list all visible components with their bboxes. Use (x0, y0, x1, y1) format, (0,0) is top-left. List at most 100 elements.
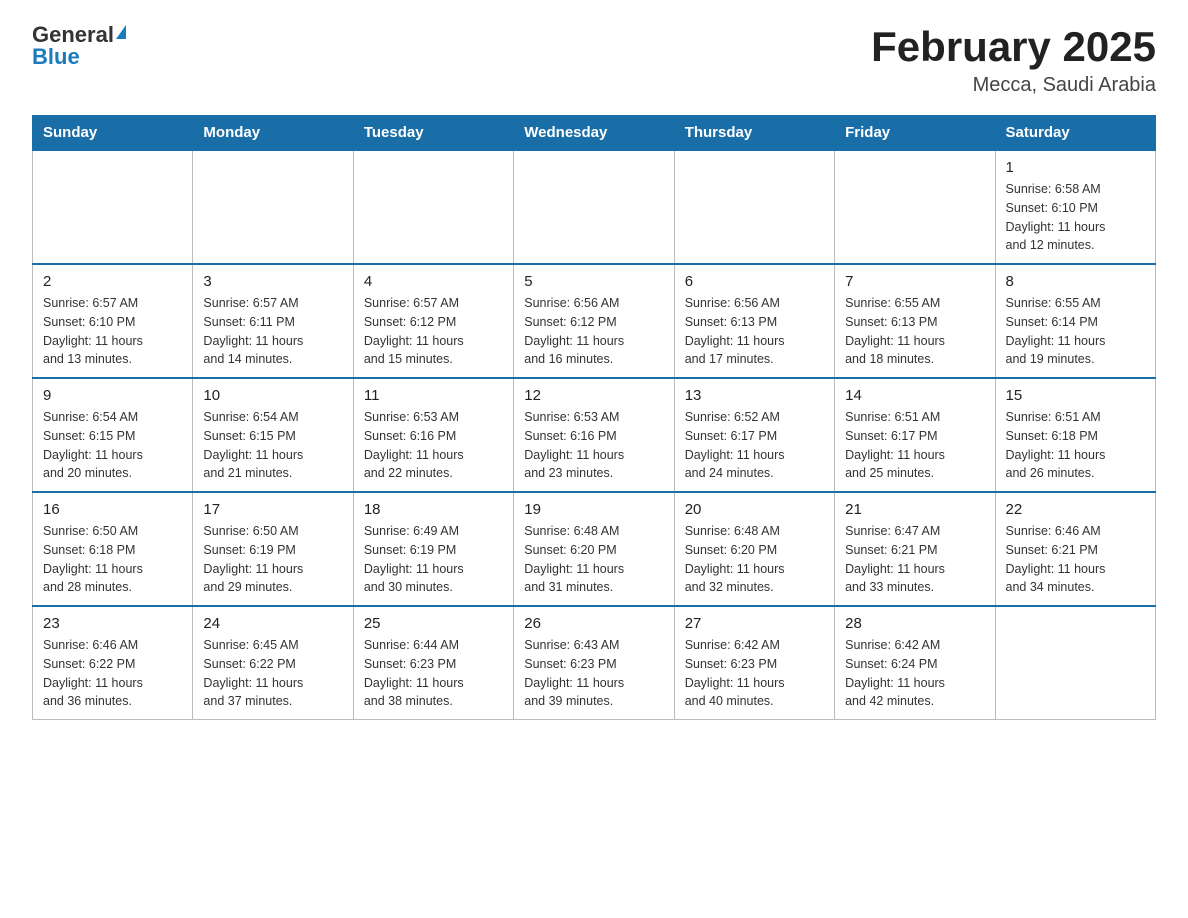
page-header: General Blue February 2025 Mecca, Saudi … (32, 24, 1156, 97)
week-row-2: 2 Sunrise: 6:57 AMSunset: 6:10 PMDaylight… (33, 264, 1156, 378)
day-cell-12: 12 Sunrise: 6:53 AMSunset: 6:16 PMDayligh… (514, 378, 674, 492)
day-cell-25: 25 Sunrise: 6:44 AMSunset: 6:23 PMDayligh… (353, 606, 513, 720)
day-info: Sunrise: 6:57 AMSunset: 6:10 PMDaylight:… (43, 294, 182, 369)
day-info: Sunrise: 6:54 AMSunset: 6:15 PMDaylight:… (203, 408, 342, 483)
week-row-4: 16Sunrise: 6:50 AMSunset: 6:18 PMDayligh… (33, 492, 1156, 606)
logo-triangle-icon (116, 25, 126, 39)
day-info: Sunrise: 6:55 AMSunset: 6:14 PMDaylight:… (1006, 294, 1145, 369)
day-cell-27: 27Sunrise: 6:42 AMSunset: 6:23 PMDayligh… (674, 606, 834, 720)
empty-cell (835, 150, 995, 264)
column-header-sunday: Sunday (33, 116, 193, 151)
day-info: Sunrise: 6:57 AMSunset: 6:11 PMDaylight:… (203, 294, 342, 369)
day-cell-20: 20 Sunrise: 6:48 AMSunset: 6:20 PMDayligh… (674, 492, 834, 606)
day-cell-22: 22 Sunrise: 6:46 AMSunset: 6:21 PMDayligh… (995, 492, 1155, 606)
day-number: 17 (203, 501, 342, 518)
day-cell-13: 13 Sunrise: 6:52 AMSunset: 6:17 PMDayligh… (674, 378, 834, 492)
day-info: Sunrise: 6:45 AMSunset: 6:22 PMDaylight:… (203, 636, 342, 711)
column-header-thursday: Thursday (674, 116, 834, 151)
day-info: Sunrise: 6:43 AMSunset: 6:23 PMDaylight:… (524, 636, 663, 711)
day-info: Sunrise: 6:47 AMSunset: 6:21 PMDaylight:… (845, 522, 984, 597)
column-header-tuesday: Tuesday (353, 116, 513, 151)
column-header-friday: Friday (835, 116, 995, 151)
day-number: 23 (43, 615, 182, 632)
day-cell-8: 8 Sunrise: 6:55 AMSunset: 6:14 PMDaylight… (995, 264, 1155, 378)
page-title: February 2025 (871, 24, 1156, 70)
day-info: Sunrise: 6:57 AMSunset: 6:12 PMDaylight:… (364, 294, 503, 369)
day-info: Sunrise: 6:46 AMSunset: 6:22 PMDaylight:… (43, 636, 182, 711)
day-info: Sunrise: 6:54 AMSunset: 6:15 PMDaylight:… (43, 408, 182, 483)
day-number: 26 (524, 615, 663, 632)
empty-cell (514, 150, 674, 264)
day-number: 19 (524, 501, 663, 518)
day-number: 13 (685, 387, 824, 404)
day-cell-3: 3 Sunrise: 6:57 AMSunset: 6:11 PMDaylight… (193, 264, 353, 378)
day-number: 24 (203, 615, 342, 632)
day-info: Sunrise: 6:53 AMSunset: 6:16 PMDaylight:… (364, 408, 503, 483)
day-cell-26: 26 Sunrise: 6:43 AMSunset: 6:23 PMDayligh… (514, 606, 674, 720)
day-number: 22 (1006, 501, 1145, 518)
day-info: Sunrise: 6:56 AMSunset: 6:13 PMDaylight:… (685, 294, 824, 369)
day-info: Sunrise: 6:46 AMSunset: 6:21 PMDaylight:… (1006, 522, 1145, 597)
logo-general-text: General (32, 24, 114, 46)
day-number: 1 (1006, 159, 1145, 176)
week-row-5: 23 Sunrise: 6:46 AMSunset: 6:22 PMDayligh… (33, 606, 1156, 720)
day-number: 12 (524, 387, 663, 404)
day-cell-23: 23 Sunrise: 6:46 AMSunset: 6:22 PMDayligh… (33, 606, 193, 720)
day-info: Sunrise: 6:42 AMSunset: 6:24 PMDaylight:… (845, 636, 984, 711)
day-number: 9 (43, 387, 182, 404)
calendar-header: SundayMondayTuesdayWednesdayThursdayFrid… (33, 116, 1156, 151)
day-cell-2: 2 Sunrise: 6:57 AMSunset: 6:10 PMDaylight… (33, 264, 193, 378)
day-info: Sunrise: 6:51 AMSunset: 6:18 PMDaylight:… (1006, 408, 1145, 483)
day-cell-18: 18 Sunrise: 6:49 AMSunset: 6:19 PMDayligh… (353, 492, 513, 606)
day-cell-10: 10Sunrise: 6:54 AMSunset: 6:15 PMDayligh… (193, 378, 353, 492)
day-number: 15 (1006, 387, 1145, 404)
day-cell-5: 5Sunrise: 6:56 AMSunset: 6:12 PMDaylight… (514, 264, 674, 378)
day-number: 3 (203, 273, 342, 290)
day-number: 25 (364, 615, 503, 632)
day-cell-17: 17Sunrise: 6:50 AMSunset: 6:19 PMDayligh… (193, 492, 353, 606)
page-subtitle: Mecca, Saudi Arabia (871, 74, 1156, 97)
day-number: 4 (364, 273, 503, 290)
day-number: 21 (845, 501, 984, 518)
day-info: Sunrise: 6:44 AMSunset: 6:23 PMDaylight:… (364, 636, 503, 711)
day-number: 8 (1006, 273, 1145, 290)
logo: General Blue (32, 24, 126, 68)
column-header-monday: Monday (193, 116, 353, 151)
day-number: 5 (524, 273, 663, 290)
day-info: Sunrise: 6:52 AMSunset: 6:17 PMDaylight:… (685, 408, 824, 483)
day-info: Sunrise: 6:53 AMSunset: 6:16 PMDaylight:… (524, 408, 663, 483)
day-cell-11: 11 Sunrise: 6:53 AMSunset: 6:16 PMDayligh… (353, 378, 513, 492)
day-info: Sunrise: 6:51 AMSunset: 6:17 PMDaylight:… (845, 408, 984, 483)
empty-cell (33, 150, 193, 264)
column-header-saturday: Saturday (995, 116, 1155, 151)
day-cell-7: 7Sunrise: 6:55 AMSunset: 6:13 PMDaylight… (835, 264, 995, 378)
day-info: Sunrise: 6:48 AMSunset: 6:20 PMDaylight:… (685, 522, 824, 597)
day-cell-4: 4 Sunrise: 6:57 AMSunset: 6:12 PMDaylight… (353, 264, 513, 378)
day-cell-24: 24 Sunrise: 6:45 AMSunset: 6:22 PMDayligh… (193, 606, 353, 720)
title-block: February 2025 Mecca, Saudi Arabia (871, 24, 1156, 97)
day-cell-28: 28 Sunrise: 6:42 AMSunset: 6:24 PMDayligh… (835, 606, 995, 720)
empty-cell (995, 606, 1155, 720)
day-number: 11 (364, 387, 503, 404)
calendar-table: SundayMondayTuesdayWednesdayThursdayFrid… (32, 115, 1156, 720)
day-number: 6 (685, 273, 824, 290)
day-info: Sunrise: 6:55 AMSunset: 6:13 PMDaylight:… (845, 294, 984, 369)
day-number: 28 (845, 615, 984, 632)
day-number: 18 (364, 501, 503, 518)
day-cell-14: 14Sunrise: 6:51 AMSunset: 6:17 PMDayligh… (835, 378, 995, 492)
week-row-1: 1Sunrise: 6:58 AMSunset: 6:10 PMDaylight… (33, 150, 1156, 264)
calendar-header-row: SundayMondayTuesdayWednesdayThursdayFrid… (33, 116, 1156, 151)
column-header-wednesday: Wednesday (514, 116, 674, 151)
day-cell-21: 21 Sunrise: 6:47 AMSunset: 6:21 PMDayligh… (835, 492, 995, 606)
day-cell-16: 16Sunrise: 6:50 AMSunset: 6:18 PMDayligh… (33, 492, 193, 606)
day-number: 2 (43, 273, 182, 290)
empty-cell (674, 150, 834, 264)
day-number: 20 (685, 501, 824, 518)
day-cell-1: 1Sunrise: 6:58 AMSunset: 6:10 PMDaylight… (995, 150, 1155, 264)
day-info: Sunrise: 6:49 AMSunset: 6:19 PMDaylight:… (364, 522, 503, 597)
day-cell-15: 15 Sunrise: 6:51 AMSunset: 6:18 PMDayligh… (995, 378, 1155, 492)
empty-cell (193, 150, 353, 264)
day-info: Sunrise: 6:48 AMSunset: 6:20 PMDaylight:… (524, 522, 663, 597)
logo-blue-text: Blue (32, 46, 80, 68)
day-info: Sunrise: 6:50 AMSunset: 6:18 PMDaylight:… (43, 522, 182, 597)
